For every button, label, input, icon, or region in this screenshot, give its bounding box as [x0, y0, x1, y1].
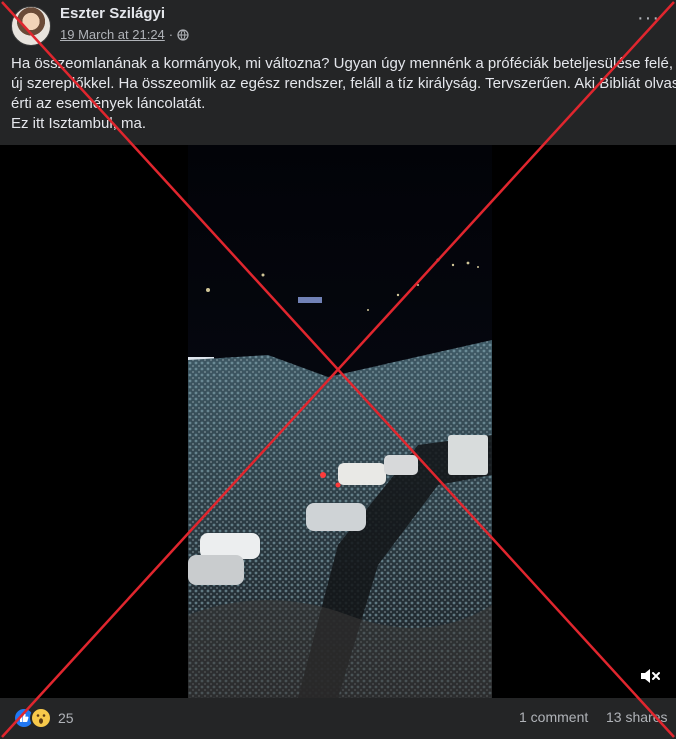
post-text-line: Ez itt Isztambul, ma. [11, 115, 147, 132]
crowd-video-still [188, 145, 492, 698]
shares-link[interactable]: 13 shares [606, 709, 667, 725]
speaker-muted-icon[interactable] [638, 664, 662, 688]
author-name[interactable]: Eszter Szilágyi [60, 5, 165, 22]
timestamp-link[interactable]: 19 March at 21:24 [60, 27, 165, 42]
post-text: Ha összeomlanának a kormányok, mi változ… [11, 54, 676, 134]
post-footer: 25 1 comment 13 shares [0, 698, 676, 739]
avatar[interactable] [11, 6, 51, 46]
reaction-count: 25 [58, 710, 74, 726]
post-text-line: érti az események láncolatát. [11, 95, 206, 112]
video-player[interactable] [0, 145, 676, 698]
post-meta: 19 March at 21:24 · [60, 27, 189, 42]
meta-separator: · [168, 27, 174, 42]
post-text-line: Ha összeomlanának a kormányok, mi változ… [11, 55, 674, 72]
video-frame[interactable] [188, 145, 492, 698]
comments-link[interactable]: 1 comment [519, 709, 588, 725]
reaction-summary[interactable]: 25 [13, 707, 74, 729]
wow-face-icon [30, 707, 52, 729]
globe-icon [177, 28, 189, 41]
post-header: Eszter Szilágyi 19 March at 21:24 · ··· [0, 0, 676, 50]
more-options-button[interactable]: ··· [637, 8, 660, 28]
post-text-line: új szereplőkkel. Ha összeomlik az egész … [11, 75, 676, 92]
